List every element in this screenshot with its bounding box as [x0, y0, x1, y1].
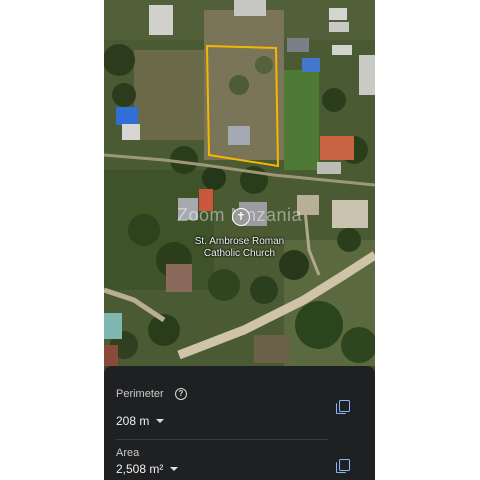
copy-area-icon[interactable]: [336, 459, 350, 473]
copy-perimeter-icon[interactable]: [336, 400, 350, 414]
phone-screen: Zoom Mnzania ✝ St. Ambrose Roman Catholi…: [104, 0, 375, 480]
area-value: 2,508 m²: [116, 462, 164, 476]
church-pin-icon[interactable]: ✝: [232, 208, 250, 226]
place-label-line1: St. Ambrose Roman: [194, 236, 285, 247]
area-unit-dropdown[interactable]: 2,508 m²: [116, 462, 179, 476]
perimeter-label: Perimeter: [116, 388, 164, 400]
measure-sheet: Perimeter ? 208 m Area 2,508 m²: [104, 366, 375, 480]
place-label[interactable]: St. Ambrose Roman Catholic Church: [104, 236, 375, 260]
chevron-down-icon: [170, 467, 179, 471]
divider: [116, 439, 328, 440]
area-label: Area: [116, 447, 140, 459]
perimeter-unit-dropdown[interactable]: 208 m: [116, 414, 165, 428]
place-label-line2: Catholic Church: [203, 248, 276, 259]
perimeter-value: 208 m: [116, 414, 150, 428]
map-imagery: [104, 0, 375, 366]
chevron-down-icon: [156, 419, 165, 423]
satellite-map[interactable]: Zoom Mnzania ✝ St. Ambrose Roman Catholi…: [104, 0, 375, 366]
help-icon[interactable]: ?: [175, 388, 187, 400]
